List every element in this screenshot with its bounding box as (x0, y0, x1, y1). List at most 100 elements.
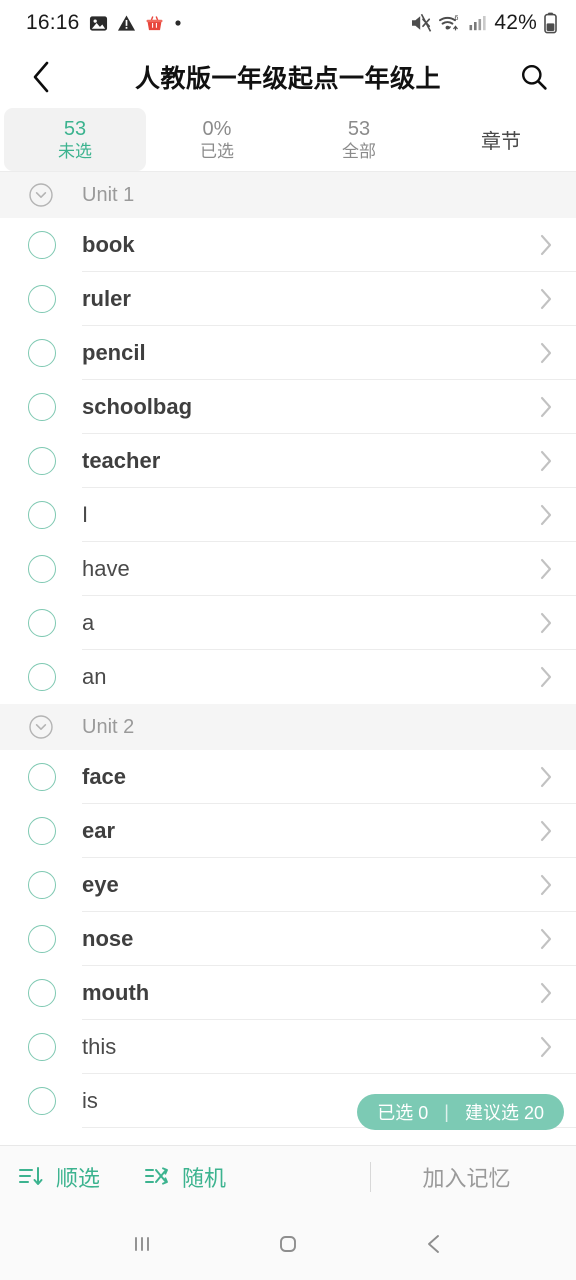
select-circle[interactable] (28, 979, 56, 1007)
chevron-right-icon[interactable] (538, 340, 554, 366)
chevron-right-icon[interactable] (538, 926, 554, 952)
list-item[interactable]: I (0, 488, 576, 542)
list-item[interactable]: an (0, 650, 576, 704)
select-circle[interactable] (28, 501, 56, 529)
tab-all-label: 全部 (342, 141, 376, 161)
list-item[interactable]: schoolbag (0, 380, 576, 434)
list-item[interactable]: pencil (0, 326, 576, 380)
select-circle[interactable] (28, 1087, 56, 1115)
tab-chapters[interactable]: 章节 (430, 108, 572, 171)
back-button[interactable] (22, 57, 62, 97)
shuffle-icon (144, 1164, 172, 1190)
select-circle[interactable] (28, 663, 56, 691)
word-label: schoolbag (82, 394, 193, 419)
android-nav-bar (0, 1208, 576, 1280)
chevron-right-icon[interactable] (538, 818, 554, 844)
search-button[interactable] (514, 57, 554, 97)
image-icon (89, 14, 108, 33)
battery-icon (543, 12, 558, 34)
signal-bars-icon (468, 13, 488, 33)
list-item[interactable]: eye (0, 858, 576, 912)
battery-percent: 42% (494, 11, 537, 34)
list-item[interactable]: have (0, 542, 576, 596)
add-to-memory-label: 加入记忆 (422, 1166, 511, 1191)
chevron-right-icon[interactable] (538, 448, 554, 474)
chevron-left-icon (29, 60, 55, 94)
chevron-right-icon[interactable] (538, 556, 554, 582)
page-title: 人教版一年级起点一年级上 (134, 65, 441, 93)
select-circle[interactable] (28, 285, 56, 313)
tab-unselected-count: 53 (63, 117, 87, 140)
section-title: Unit 2 (82, 715, 135, 738)
section-header-unit-1[interactable]: Unit 1 (0, 172, 576, 218)
back-icon[interactable] (419, 1229, 449, 1259)
section-title: Unit 1 (82, 183, 135, 206)
home-icon[interactable] (272, 1228, 304, 1260)
random-button[interactable]: 随机 (144, 1161, 226, 1193)
chevron-right-icon[interactable] (538, 286, 554, 312)
select-circle[interactable] (28, 871, 56, 899)
chevron-down-circle-icon[interactable] (28, 714, 54, 740)
status-bar-right: 6 42% (410, 11, 558, 35)
select-circle[interactable] (28, 231, 56, 259)
selection-summary-badge[interactable]: 已选 0 | 建议选 20 (357, 1094, 564, 1130)
shopping-basket-icon (145, 14, 164, 33)
wifi-6-icon: 6 (438, 13, 462, 33)
select-circle[interactable] (28, 925, 56, 953)
title-bar: 人教版一年级起点一年级上 (0, 46, 576, 108)
chevron-down-circle-icon[interactable] (28, 182, 54, 208)
select-circle[interactable] (28, 817, 56, 845)
list-item[interactable]: teacher (0, 434, 576, 488)
select-circle[interactable] (28, 447, 56, 475)
select-circle[interactable] (28, 393, 56, 421)
badge-separator: | (444, 1101, 449, 1122)
chevron-right-icon[interactable] (538, 394, 554, 420)
list-item[interactable]: mouth (0, 966, 576, 1020)
phone-screen: 16:16 6 42% 人教版一年级起点一年级上 53 未选 0% 已选 53 … (0, 0, 576, 1280)
word-label: face (82, 764, 127, 789)
word-label: ruler (82, 286, 131, 311)
list-item[interactable]: book (0, 218, 576, 272)
status-bar: 16:16 6 42% (0, 0, 576, 46)
chevron-right-icon[interactable] (538, 764, 554, 790)
word-list[interactable]: Unit 1 book ruler pencil schoolbag teach… (0, 172, 576, 1145)
list-item[interactable]: ruler (0, 272, 576, 326)
word-label: book (82, 232, 135, 257)
list-item[interactable]: ear (0, 804, 576, 858)
list-item[interactable]: a (0, 596, 576, 650)
word-label: this (82, 1034, 117, 1059)
select-circle[interactable] (28, 555, 56, 583)
list-item[interactable]: face (0, 750, 576, 804)
tab-all[interactable]: 53 全部 (288, 108, 430, 171)
word-label: have (82, 556, 130, 581)
chevron-right-icon[interactable] (538, 872, 554, 898)
list-item[interactable]: this (0, 1020, 576, 1074)
select-circle[interactable] (28, 763, 56, 791)
select-circle[interactable] (28, 339, 56, 367)
chevron-right-icon[interactable] (538, 502, 554, 528)
chevron-right-icon[interactable] (538, 1034, 554, 1060)
word-label: a (82, 610, 95, 635)
select-circle[interactable] (28, 609, 56, 637)
random-label: 随机 (182, 1166, 227, 1191)
sort-select-label: 顺选 (56, 1166, 101, 1191)
chevron-right-icon[interactable] (538, 664, 554, 690)
chevron-right-icon[interactable] (538, 980, 554, 1006)
tab-unselected[interactable]: 53 未选 (4, 108, 146, 171)
select-circle[interactable] (28, 1033, 56, 1061)
recents-icon[interactable] (127, 1229, 157, 1259)
word-label: nose (82, 926, 134, 951)
add-to-memory-button[interactable]: 加入记忆 (371, 1161, 576, 1193)
chevron-right-icon[interactable] (538, 610, 554, 636)
status-bar-left: 16:16 (26, 11, 183, 35)
section-header-unit-2[interactable]: Unit 2 (0, 704, 576, 750)
sort-select-button[interactable]: 顺选 (18, 1161, 100, 1193)
bottom-toolbar: 顺选 随机 加入记忆 (0, 1145, 576, 1208)
word-label: teacher (82, 448, 161, 473)
word-label: pencil (82, 340, 146, 365)
tab-bar: 53 未选 0% 已选 53 全部 章节 (0, 108, 576, 172)
suggested-count-label: 建议选 20 (464, 1103, 544, 1123)
chevron-right-icon[interactable] (538, 232, 554, 258)
list-item[interactable]: nose (0, 912, 576, 966)
tab-selected[interactable]: 0% 已选 (146, 108, 288, 171)
